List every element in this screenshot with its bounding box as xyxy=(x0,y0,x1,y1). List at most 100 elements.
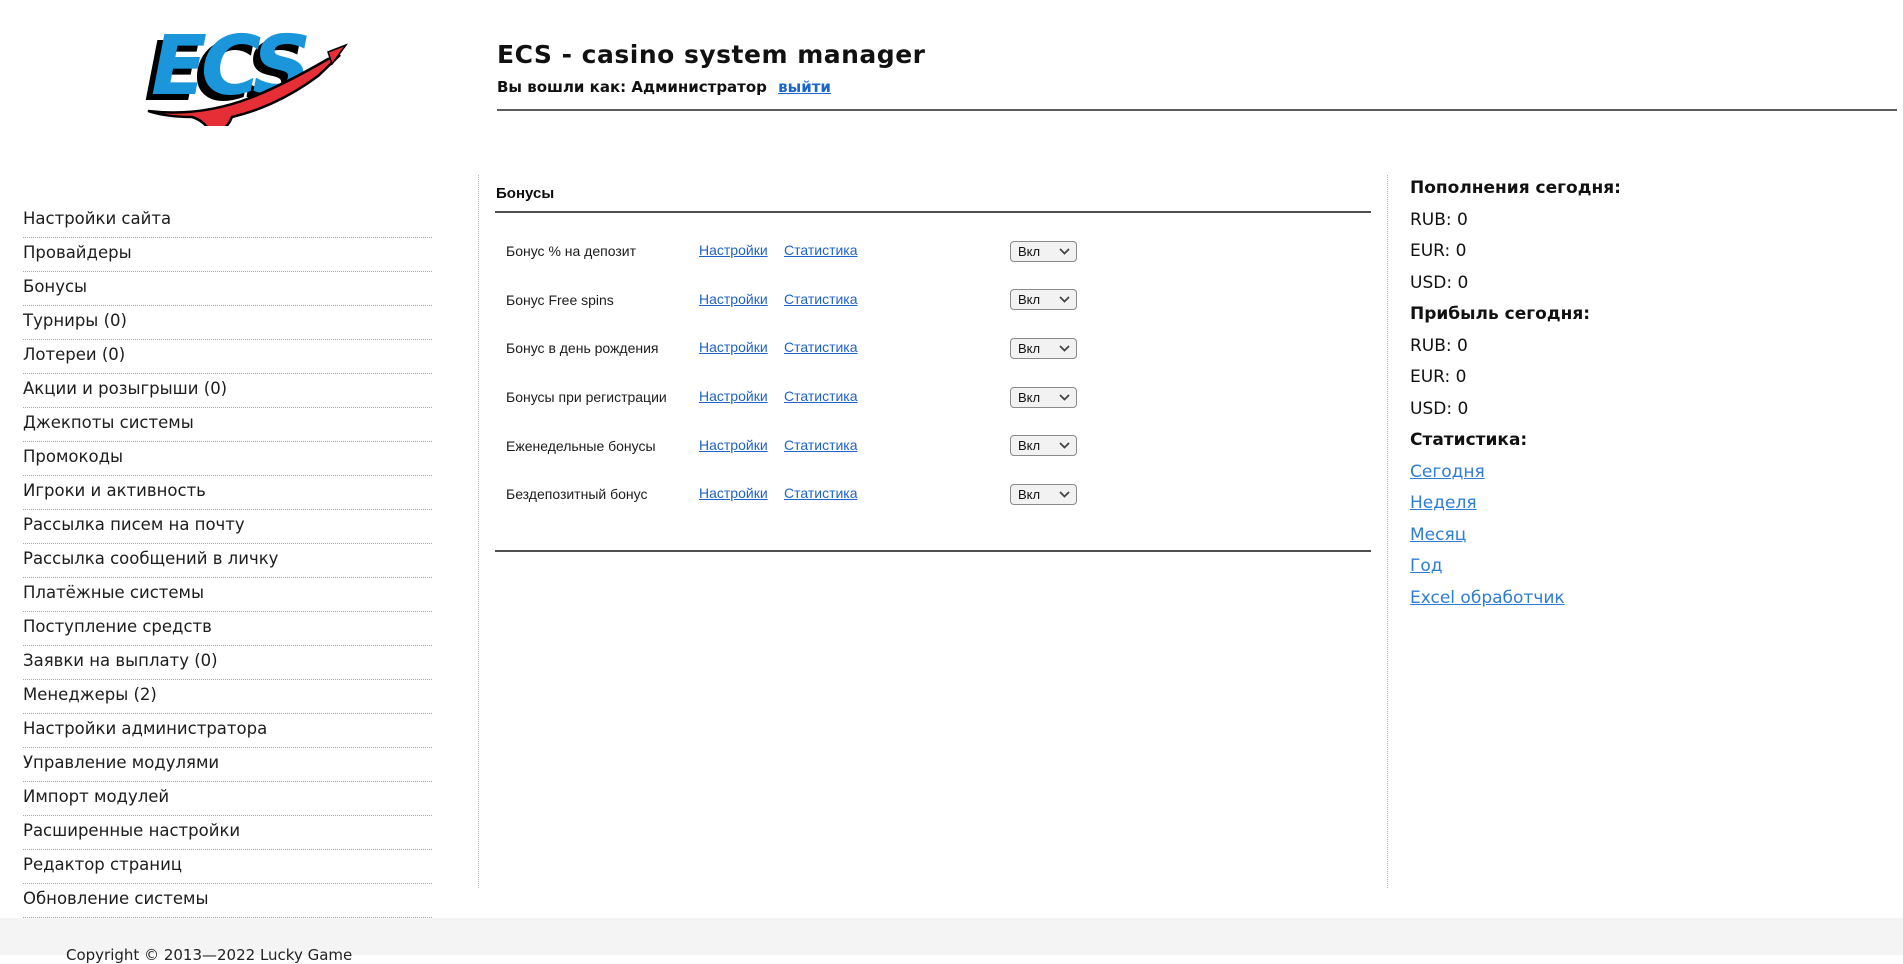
header-divider xyxy=(497,109,1897,111)
sidebar-item-label: Джекпоты системы xyxy=(23,413,194,432)
bonus-statistics-link[interactable]: Статистика xyxy=(784,388,858,404)
bonus-settings-link[interactable]: Настройки xyxy=(699,291,768,307)
sidebar-item[interactable]: Редактор страниц xyxy=(23,850,432,884)
bonus-statistics-link[interactable]: Статистика xyxy=(784,339,858,355)
stats-period-link[interactable]: Excel обработчик xyxy=(1410,589,1565,609)
sidebar-item[interactable]: Обновление системы xyxy=(23,884,432,918)
bonus-row: Бонус % на депозит Настройки Статистика … xyxy=(495,227,1371,276)
bonus-settings-link[interactable]: Настройки xyxy=(699,242,768,258)
bonus-statistics-link[interactable]: Статистика xyxy=(784,437,858,453)
sidebar-item-label: Менеджеры (2) xyxy=(23,685,157,704)
deposits-list: RUB: 0EUR: 0USD: 0 xyxy=(1410,211,1880,294)
sidebar-item[interactable]: Лотереи (0) xyxy=(23,340,432,374)
svg-text:ECS: ECS xyxy=(151,19,307,114)
sidebar-item[interactable]: Рассылка сообщений в личку xyxy=(23,544,432,578)
sidebar-item[interactable]: Поступление средств xyxy=(23,612,432,646)
sidebar-item-label: Промокоды xyxy=(23,447,123,466)
bonus-toggle-value: Вкл xyxy=(1018,487,1040,502)
profit-list: RUB: 0EUR: 0USD: 0 xyxy=(1410,337,1880,420)
bonus-settings-link[interactable]: Настройки xyxy=(699,339,768,355)
bonus-statistics-link[interactable]: Статистика xyxy=(784,485,858,501)
sidebar-item-label: Редактор страниц xyxy=(23,855,182,874)
sidebar-item-label: Заявки на выплату (0) xyxy=(23,651,218,670)
sidebar-item[interactable]: Турниры (0) xyxy=(23,306,432,340)
footer: Copyright © 2013—2022 Lucky Game xyxy=(0,918,1903,955)
stats-period-link[interactable]: Сегодня xyxy=(1410,463,1485,483)
sidebar-item-label: Настройки администратора xyxy=(23,719,267,738)
section-divider-bottom xyxy=(495,550,1371,552)
sidebar-item[interactable]: Управление модулями xyxy=(23,748,432,782)
sidebar-item[interactable]: Настройки администратора xyxy=(23,714,432,748)
sidebar-item[interactable]: Игроки и активность xyxy=(23,476,432,510)
bonus-toggle-value: Вкл xyxy=(1018,292,1040,307)
chevron-down-icon xyxy=(1059,394,1070,401)
bonus-toggle-select[interactable]: Вкл xyxy=(1010,387,1077,408)
stats-period-link[interactable]: Месяц xyxy=(1410,526,1466,546)
stats-period-link[interactable]: Год xyxy=(1410,557,1443,577)
bonus-toggle-select[interactable]: Вкл xyxy=(1010,241,1077,262)
section-title: Бонусы xyxy=(496,185,1371,202)
sidebar-item[interactable]: Заявки на выплату (0) xyxy=(23,646,432,680)
sidebar-item[interactable]: Расширенные настройки xyxy=(23,816,432,850)
statistics-links: Сегодня Неделя Месяц Год Excel обработчик xyxy=(1410,463,1880,609)
sidebar-item-label: Турниры (0) xyxy=(23,311,127,330)
sidebar-item[interactable]: Джекпоты системы xyxy=(23,408,432,442)
sidebar-item-label: Игроки и активность xyxy=(23,481,206,500)
sidebar-item-label: Рассылка сообщений в личку xyxy=(23,549,278,568)
sidebar-item-label: Платёжные системы xyxy=(23,583,204,602)
sidebar-item[interactable]: Акции и розыгрыши (0) xyxy=(23,374,432,408)
bonus-toggle-select[interactable]: Вкл xyxy=(1010,338,1077,359)
bonus-row: Бонус Free spins Настройки Статистика Вк… xyxy=(495,276,1371,325)
statistics-title: Статистика: xyxy=(1410,431,1880,451)
sidebar-item-label: Рассылка писем на почту xyxy=(23,515,245,534)
sidebar-item[interactable]: Промокоды xyxy=(23,442,432,476)
section-divider-top xyxy=(495,211,1371,213)
sidebar-item[interactable]: Импорт модулей xyxy=(23,782,432,816)
bonus-settings-link[interactable]: Настройки xyxy=(699,388,768,404)
sidebar-item-label: Управление модулями xyxy=(23,753,219,772)
sidebar-item-label: Акции и розыгрыши (0) xyxy=(23,379,227,398)
bonus-name: Бонусы при регистрации xyxy=(506,389,699,405)
stats-panel: Пополнения сегодня: RUB: 0EUR: 0USD: 0 П… xyxy=(1410,179,1880,620)
bonus-row: Бонус в день рождения Настройки Статисти… xyxy=(495,324,1371,373)
currency-amount: RUB: 0 xyxy=(1410,211,1880,231)
bonus-toggle-value: Вкл xyxy=(1018,390,1040,405)
copyright-text: Copyright © 2013—2022 Lucky Game xyxy=(66,946,352,964)
bonus-list: Бонус % на депозит Настройки Статистика … xyxy=(495,227,1371,519)
page-title: ECS - casino system manager xyxy=(497,40,925,69)
bonus-name: Бонус % на депозит xyxy=(506,243,699,259)
bonus-toggle-select[interactable]: Вкл xyxy=(1010,435,1077,456)
sidebar-item[interactable]: Менеджеры (2) xyxy=(23,680,432,714)
ecs-logo[interactable]: ECS ECS xyxy=(138,14,348,126)
sidebar-item-label: Поступление средств xyxy=(23,617,212,636)
sidebar-item-label: Обновление системы xyxy=(23,889,208,908)
bonus-toggle-value: Вкл xyxy=(1018,341,1040,356)
login-status-text: Вы вошли как: Администратор xyxy=(497,78,767,96)
sidebar-item[interactable]: Бонусы xyxy=(23,272,432,306)
bonus-statistics-link[interactable]: Статистика xyxy=(784,242,858,258)
sidebar-nav: Настройки сайта Провайдеры Бонусы Турнир… xyxy=(23,204,432,918)
chevron-down-icon xyxy=(1059,296,1070,303)
bonus-settings-link[interactable]: Настройки xyxy=(699,485,768,501)
profit-today-title: Прибыль сегодня: xyxy=(1410,305,1880,325)
sidebar-item[interactable]: Настройки сайта xyxy=(23,204,432,238)
bonus-toggle-select[interactable]: Вкл xyxy=(1010,484,1077,505)
deposits-today-title: Пополнения сегодня: xyxy=(1410,179,1880,199)
bonus-settings-link[interactable]: Настройки xyxy=(699,437,768,453)
stats-period-link[interactable]: Неделя xyxy=(1410,494,1477,514)
bonus-name: Еженедельные бонусы xyxy=(506,438,699,454)
sidebar-item[interactable]: Платёжные системы xyxy=(23,578,432,612)
currency-amount: EUR: 0 xyxy=(1410,368,1880,388)
sidebar-item[interactable]: Рассылка писем на почту xyxy=(23,510,432,544)
sidebar-item-label: Импорт модулей xyxy=(23,787,169,806)
bonus-name: Бездепозитный бонус xyxy=(506,486,699,502)
currency-amount: RUB: 0 xyxy=(1410,337,1880,357)
sidebar-item[interactable]: Провайдеры xyxy=(23,238,432,272)
bonus-statistics-link[interactable]: Статистика xyxy=(784,291,858,307)
login-status: Вы вошли как: Администратор выйти xyxy=(497,78,831,96)
logout-link[interactable]: выйти xyxy=(778,78,831,96)
bonus-toggle-select[interactable]: Вкл xyxy=(1010,289,1077,310)
currency-amount: USD: 0 xyxy=(1410,274,1880,294)
bonuses-panel: Бонусы Бонус % на депозит Настройки Стат… xyxy=(478,175,1388,888)
sidebar-item-label: Бонусы xyxy=(23,277,87,296)
